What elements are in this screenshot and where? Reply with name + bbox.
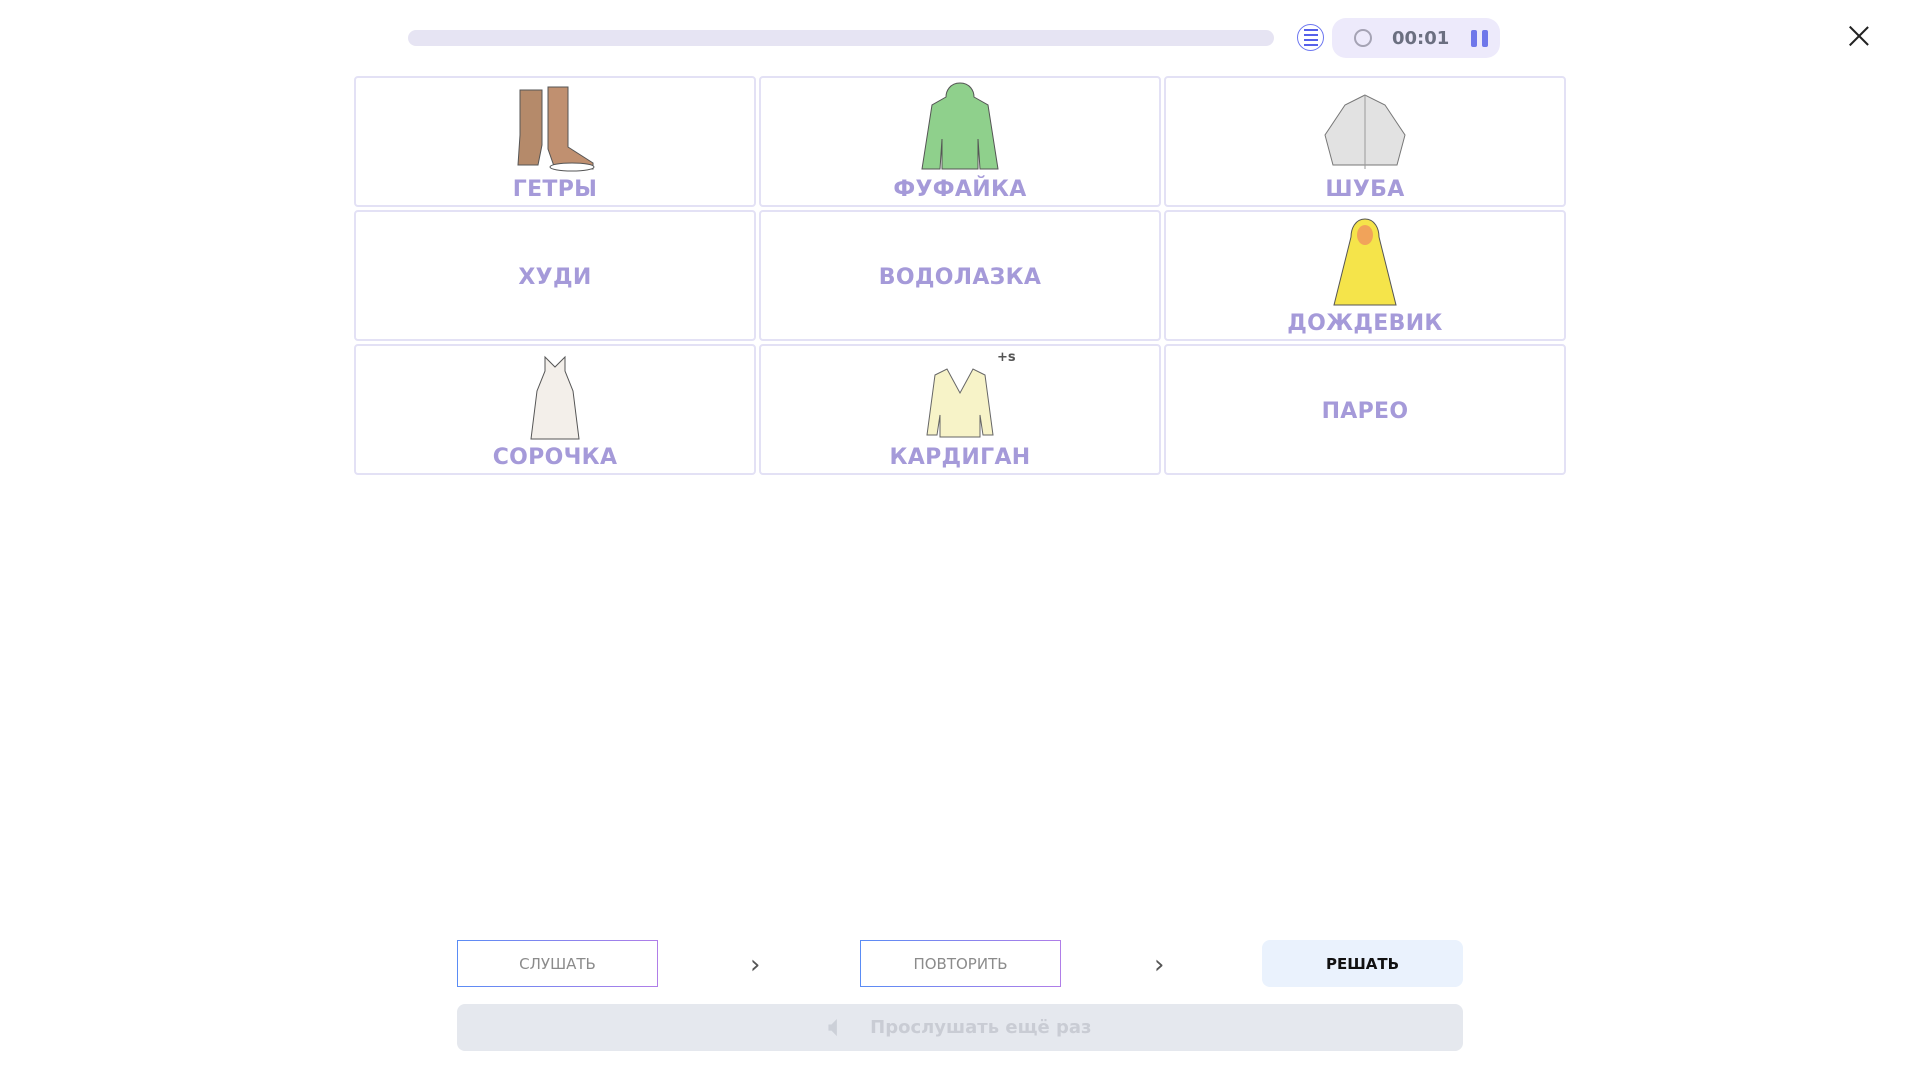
card-label: ДОЖДЕВИК <box>1287 311 1443 336</box>
card-label: ПАРЕО <box>1321 399 1409 424</box>
pause-icon[interactable] <box>1471 29 1489 47</box>
solve-step-button[interactable]: РЕШАТЬ <box>1262 940 1463 987</box>
chevron-right-icon: › <box>1154 950 1165 980</box>
fur-coat-icon <box>1315 81 1415 173</box>
close-icon[interactable] <box>1848 25 1870 47</box>
cardigan-icon <box>910 349 1010 441</box>
stopwatch-icon <box>1354 29 1372 47</box>
card-label: ГЕТРЫ <box>512 177 598 202</box>
replay-label: Прослушать ещё раз <box>870 1017 1092 1038</box>
listen-step-button[interactable]: СЛУШАТЬ <box>457 940 658 987</box>
card-getry[interactable]: ГЕТРЫ <box>354 76 756 207</box>
menu-icon[interactable] <box>1297 24 1324 51</box>
card-label: ФУФАЙКА <box>893 177 1027 202</box>
card-fufaika[interactable]: ФУФАЙКА <box>759 76 1161 207</box>
green-hoodie-icon <box>910 81 1010 173</box>
chevron-right-icon: › <box>750 950 761 980</box>
timer-value: 00:01 <box>1392 27 1450 49</box>
repeat-step-button[interactable]: ПОВТОРИТЬ <box>860 940 1061 987</box>
card-sorochka[interactable]: СОРОЧКА <box>354 344 756 475</box>
card-label: ШУБА <box>1325 177 1405 202</box>
card-kardigan[interactable]: +s КАРДИГАН <box>759 344 1161 475</box>
card-shuba[interactable]: ШУБА <box>1164 76 1566 207</box>
card-vodolazka[interactable]: ВОДОЛАЗКА <box>759 210 1161 341</box>
plural-badge: +s <box>997 350 1016 365</box>
nightgown-icon <box>505 349 605 441</box>
card-label: ХУДИ <box>518 265 592 290</box>
card-pareo[interactable]: ПАРЕО <box>1164 344 1566 475</box>
card-label: СОРОЧКА <box>492 445 618 470</box>
card-label: КАРДИГАН <box>889 445 1031 470</box>
card-label: ВОДОЛАЗКА <box>878 265 1042 290</box>
replay-button[interactable]: 🔈︎ Прослушать ещё раз <box>457 1004 1463 1051</box>
card-dozhdevik[interactable]: ДОЖДЕВИК <box>1164 210 1566 341</box>
card-hudi[interactable]: ХУДИ <box>354 210 756 341</box>
yellow-raincoat-icon <box>1315 215 1415 307</box>
timer-pill: 00:01 <box>1332 18 1500 58</box>
speaker-icon: 🔈︎ <box>828 1012 845 1042</box>
word-grid: ГЕТРЫ ФУФАЙКА ШУБА ХУДИ ВОДОЛАЗКА ДОЖДЕВ… <box>354 76 1566 475</box>
boots-icon <box>505 81 605 173</box>
progress-bar <box>408 30 1274 46</box>
